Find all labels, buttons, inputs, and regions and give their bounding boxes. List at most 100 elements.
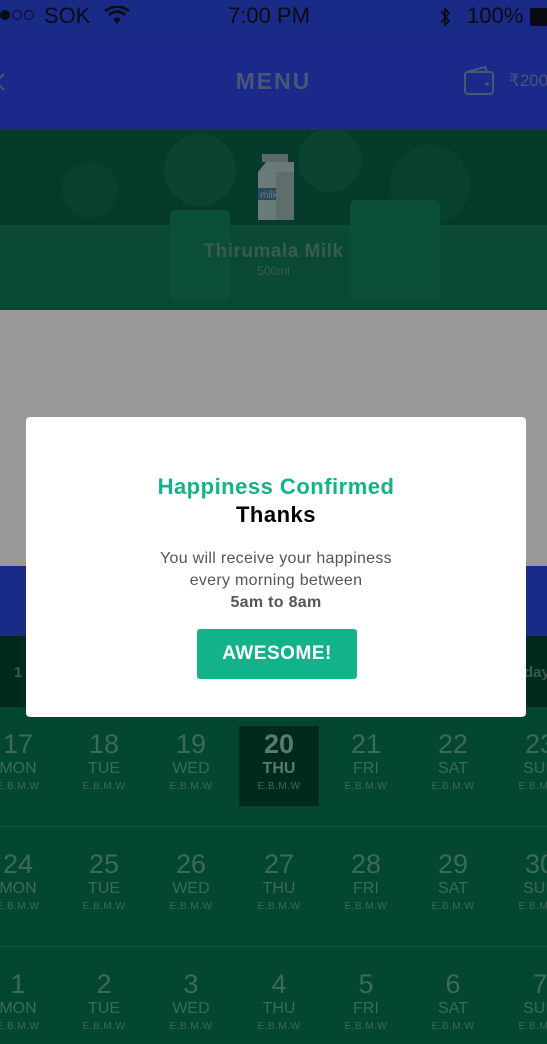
day-tag: E.B.M.W	[518, 901, 547, 912]
day-number: 17	[2, 729, 34, 759]
day-name: WED	[172, 880, 210, 897]
day-tag: E.B.M.W	[0, 1021, 40, 1032]
day-number: 19	[175, 729, 207, 759]
bluetooth-icon	[440, 6, 451, 28]
day-name: FRI	[353, 1000, 379, 1017]
day-name: SAT	[438, 760, 468, 777]
day-name: THU	[262, 760, 296, 777]
day-tag: E.B.M.W	[0, 901, 40, 912]
day-tag: E.B.M.W	[344, 1021, 388, 1032]
calendar-day[interactable]: 2 TUE E.B.M.W	[64, 966, 144, 1044]
dialog-subtitle: Thanks	[235, 502, 317, 527]
day-name: TUE	[88, 880, 120, 897]
calendar-day[interactable]: 22 SAT E.B.M.W	[413, 726, 493, 806]
calendar-day[interactable]: 5 FRI E.B.M.W	[326, 966, 406, 1044]
day-name: SUN	[523, 880, 547, 897]
day-number: 29	[437, 849, 469, 879]
day-tag: E.B.M.W	[344, 781, 388, 792]
clock-label: 7:00 PM	[228, 3, 310, 28]
calendar-day[interactable]: 3 WED E.B.M.W	[151, 966, 231, 1044]
product-size: 500ml	[257, 264, 290, 278]
day-tag: E.B.M.W	[518, 1021, 547, 1032]
day-tag: E.B.M.W	[431, 781, 475, 792]
day-name: SAT	[438, 1000, 468, 1017]
day-number: 18	[88, 729, 120, 759]
day-number: 3	[183, 969, 199, 999]
day-number: 23	[524, 729, 547, 759]
app-header: MENU ₹200	[0, 34, 547, 130]
day-number: 6	[445, 969, 461, 999]
calendar-day[interactable]: 29 SAT E.B.M.W	[413, 846, 493, 926]
calendar-day[interactable]: 30SUN E.B.M.W	[500, 846, 547, 926]
day-name: FRI	[353, 760, 379, 777]
day-number: 1	[10, 969, 26, 999]
calendar-day[interactable]: 1 MON E.B.M.W	[0, 966, 58, 1044]
day-name: TUE	[88, 760, 120, 777]
day-number: 20	[263, 729, 295, 759]
day-tag: E.B.M.W	[169, 1021, 213, 1032]
dialog-message-line: every morning between	[189, 572, 363, 589]
day-name: FRI	[353, 880, 379, 897]
milk-carton-icon: milk	[258, 154, 294, 220]
calendar-day[interactable]: 17 MON E.B.M.W	[0, 726, 58, 806]
day-name: THU	[262, 1000, 296, 1017]
calendar-day[interactable]: 4 THU E.B.M.W	[239, 966, 319, 1044]
day-tag: E.B.M.W	[257, 781, 301, 792]
calendar-day[interactable]: 25 TUE E.B.M.W	[64, 846, 144, 926]
day-number: 21	[350, 729, 382, 759]
day-number: 27	[263, 849, 295, 879]
battery-label: 100%	[467, 3, 524, 28]
day-tag: E.B.M.W	[257, 1021, 301, 1032]
wallet-balance[interactable]: ₹200	[509, 71, 547, 91]
calendar-week-row: 17 MON E.B.M.W 18 TUE E.B.M.W 19 WED E.B.M.W 20 TH…	[0, 707, 547, 827]
calendar-day[interactable]: 26 WED E.B.M.W	[151, 846, 231, 926]
calendar-day[interactable]: 7SUN E.B.M.W	[500, 966, 547, 1044]
day-tag: E.B.M.W	[431, 1021, 475, 1032]
day-tag: E.B.M.W	[0, 781, 40, 792]
day-tag: E.B.M.W	[169, 901, 213, 912]
day-name: SUN	[523, 760, 547, 777]
day-number: 7	[532, 969, 547, 999]
day-number: 22	[437, 729, 469, 759]
day-number: 2	[96, 969, 112, 999]
day-tag: E.B.M.W	[431, 901, 475, 912]
day-tag: E.B.M.W	[518, 781, 547, 792]
product-name: Thirumala Milk	[203, 241, 344, 262]
status-bar: SOK 7:00 PM 100%	[0, 0, 547, 34]
battery-icon	[530, 8, 547, 26]
app-screen: SOK 7:00 PM 100% MENU ₹200 milk Thirumal…	[0, 0, 547, 1044]
calendar-day[interactable]: 21 FRI E.B.M.W	[326, 726, 406, 806]
delivery-calendar: 17 MON E.B.M.W 18 TUE E.B.M.W 19 WED E.B.M.W 20 TH…	[0, 707, 547, 1044]
calendar-day[interactable]: 23SUN E.B.M.W	[500, 726, 547, 806]
day-name: SAT	[438, 880, 468, 897]
day-tag: E.B.M.W	[257, 901, 301, 912]
awesome-button[interactable]: AWESOME!	[197, 629, 357, 679]
day-name: TUE	[88, 1000, 120, 1017]
strip-left-label: 1	[14, 664, 23, 681]
calendar-day[interactable]: 19 WED E.B.M.W	[151, 726, 231, 806]
day-tag: E.B.M.W	[82, 781, 126, 792]
day-name: WED	[172, 1000, 210, 1017]
day-number: 28	[350, 849, 382, 879]
day-name: THU	[262, 880, 296, 897]
wallet-icon[interactable]	[463, 66, 495, 96]
calendar-day[interactable]: 27 THU E.B.M.W	[239, 846, 319, 926]
day-name: WED	[172, 760, 210, 777]
calendar-day[interactable]: 18 TUE E.B.M.W	[64, 726, 144, 806]
signal-icon	[0, 10, 34, 20]
calendar-day[interactable]: 6 SAT E.B.M.W	[413, 966, 493, 1044]
dialog-message-line: You will receive your happiness	[160, 550, 392, 567]
day-name: MON	[0, 880, 37, 897]
calendar-day[interactable]: 28 FRI E.B.M.W	[326, 846, 406, 926]
day-tag: E.B.M.W	[169, 781, 213, 792]
calendar-day[interactable]: 24 MON E.B.M.W	[0, 846, 58, 926]
carrier-label: SOK	[44, 3, 91, 28]
day-number: 25	[88, 849, 120, 879]
strip-right-label: day	[524, 664, 547, 681]
calendar-day-selected[interactable]: 20 THU E.B.M.W	[239, 726, 319, 806]
day-number: 5	[358, 969, 374, 999]
calendar-week-row: 1 MON E.B.M.W 2 TUE E.B.M.W 3 WED E.B.M.W 4 THU E.B…	[0, 947, 547, 1044]
day-name: MON	[0, 760, 37, 777]
day-tag: E.B.M.W	[344, 901, 388, 912]
delivery-window: 5am to 8am	[230, 594, 322, 611]
